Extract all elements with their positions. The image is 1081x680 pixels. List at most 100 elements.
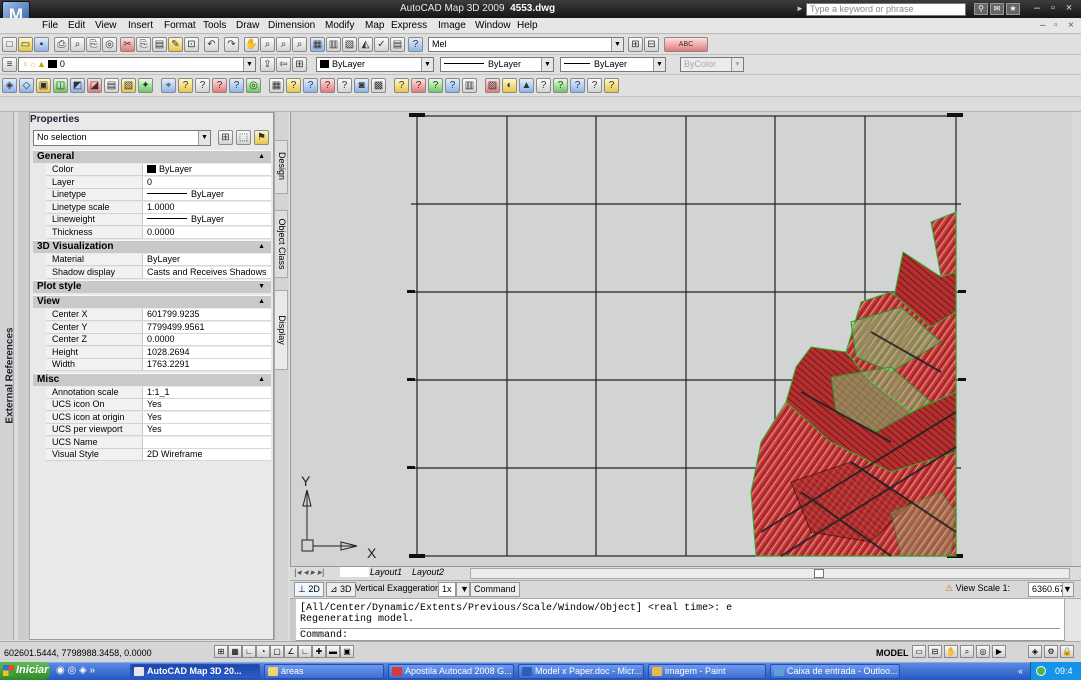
vertical-scrollbar[interactable] xyxy=(1072,112,1081,566)
ortho-toggle-icon[interactable]: ∟ xyxy=(242,645,256,658)
section-general[interactable]: General ▲ xyxy=(33,150,271,163)
text-style-combo[interactable]: Mel ▼ xyxy=(428,37,624,52)
abc-spell-icon[interactable]: ABC xyxy=(664,37,708,52)
block-editor-icon[interactable]: ⊡ xyxy=(184,37,199,52)
map-export-icon[interactable]: ▧ xyxy=(121,78,136,93)
button-2d[interactable]: ⊥ 2D xyxy=(294,582,324,597)
copy-icon[interactable]: ⎘ xyxy=(136,37,151,52)
grid-toggle-icon[interactable]: ▦ xyxy=(228,645,242,658)
map-survey-icon[interactable]: ? xyxy=(587,78,602,93)
quickcalc-icon[interactable]: ▤ xyxy=(390,37,405,52)
lwt-toggle-icon[interactable]: ▬ xyxy=(326,645,340,658)
zoom-realtime-icon[interactable]: ⌕ xyxy=(260,37,275,52)
section-view[interactable]: View ▲ xyxy=(33,295,271,308)
chevron-down-icon[interactable]: ▼ xyxy=(258,281,265,293)
map-import-icon[interactable]: ✦ xyxy=(138,78,153,93)
chevron-down-icon[interactable]: ▼ xyxy=(611,38,623,51)
tab-layout2[interactable]: Layout2 xyxy=(412,567,444,577)
chevron-down-icon[interactable]: ▼ xyxy=(653,58,665,71)
map-explorer-icon[interactable]: ◈ xyxy=(2,78,17,93)
selection-combo[interactable]: No selection ▼ xyxy=(33,130,211,146)
search-binoculars-icon[interactable]: ⚲ xyxy=(974,3,988,15)
property-value[interactable]: 1.0000 xyxy=(142,201,271,214)
map-classify-icon[interactable]: ? xyxy=(303,78,318,93)
chevron-down-icon[interactable]: ▼ xyxy=(421,58,433,71)
menu-modify[interactable]: Modify xyxy=(325,20,354,31)
otrack-toggle-icon[interactable]: ∠ xyxy=(284,645,298,658)
3d-dwf-icon[interactable]: ◎ xyxy=(102,37,117,52)
drawing-area[interactable]: Y X xyxy=(290,112,1081,566)
map-legend-icon[interactable]: ▦ xyxy=(269,78,284,93)
map-workspace-icon[interactable]: ◙ xyxy=(354,78,369,93)
menu-edit[interactable]: Edit xyxy=(68,20,85,31)
map-annotate-icon[interactable]: ▤ xyxy=(104,78,119,93)
map-theme-icon[interactable]: ◎ xyxy=(246,78,261,93)
color-combo[interactable]: ByLayer ▼ xyxy=(316,57,434,72)
map-network-icon[interactable]: ? xyxy=(570,78,585,93)
pan-icon[interactable]: ✋ xyxy=(244,37,259,52)
linetype-combo[interactable]: ByLayer ▼ xyxy=(440,57,554,72)
cut-icon[interactable]: ✂ xyxy=(120,37,135,52)
menu-express[interactable]: Express xyxy=(391,20,427,31)
tray-expand-icon[interactable]: « xyxy=(1018,666,1023,676)
doc-restore-icon[interactable]: ▫ xyxy=(1054,20,1058,31)
menu-window[interactable]: Window xyxy=(475,20,511,31)
toggle-pickadd-icon[interactable]: ⊞ xyxy=(218,130,233,145)
map-buffer-icon[interactable]: ? xyxy=(536,78,551,93)
property-value[interactable]: ByLayer xyxy=(142,254,271,266)
properties-icon[interactable]: ▦ xyxy=(310,37,325,52)
workspace-icon[interactable]: ⚙ xyxy=(1044,645,1058,658)
ducs-toggle-icon[interactable]: ∟ xyxy=(298,645,312,658)
layer-manager-icon[interactable]: ≡ xyxy=(2,57,17,72)
layer-previous-icon[interactable]: ⇦ xyxy=(276,57,291,72)
tool-palettes-icon[interactable]: ▧ xyxy=(342,37,357,52)
property-value[interactable]: 1:1_1 xyxy=(142,386,271,399)
property-value[interactable]: ByLayer xyxy=(142,189,271,201)
comm-center-icon[interactable]: ✉ xyxy=(990,3,1004,15)
steering-icon[interactable]: ◎ xyxy=(976,645,990,658)
layer-combo[interactable]: ♀☼▲ 0 ▼ xyxy=(18,57,256,72)
menu-view[interactable]: View xyxy=(95,20,117,31)
task-word[interactable]: Model x Paper.doc - Micr... xyxy=(518,664,644,679)
chevron-up-icon[interactable]: ▲ xyxy=(258,296,265,308)
map-overlay-icon[interactable]: ? xyxy=(553,78,568,93)
property-value[interactable] xyxy=(142,436,271,449)
minimize-icon[interactable]: – xyxy=(1030,2,1044,16)
menu-image[interactable]: Image xyxy=(438,20,466,31)
property-value[interactable]: 1028.2694 xyxy=(142,346,271,359)
doc-close-icon[interactable]: × xyxy=(1068,20,1074,31)
menu-dimension[interactable]: Dimension xyxy=(268,20,315,31)
map-pole-icon[interactable]: ◐ xyxy=(502,78,517,93)
map-grid-icon[interactable]: ▥ xyxy=(462,78,477,93)
property-value[interactable]: 601799.9235 xyxy=(142,309,271,321)
task-outlook[interactable]: Caixa de entrada - Outloo... xyxy=(770,664,900,679)
doc-minimize-icon[interactable]: – xyxy=(1040,20,1046,31)
menu-map[interactable]: Map xyxy=(365,20,384,31)
snap-toggle-icon[interactable]: ⊞ xyxy=(214,645,228,658)
chevron-down-icon[interactable]: ▼ xyxy=(541,58,553,71)
tab-display[interactable]: Display xyxy=(274,290,288,370)
command-window-grip[interactable] xyxy=(290,599,296,641)
redo-icon[interactable]: ↷ xyxy=(224,37,239,52)
menu-format[interactable]: Format xyxy=(164,20,196,31)
layout-icon[interactable]: ⊟ xyxy=(928,645,942,658)
map-digitize-icon[interactable]: ? xyxy=(394,78,409,93)
dim-style-icon[interactable]: ⊞ xyxy=(628,37,643,52)
command-prompt[interactable]: Command: xyxy=(300,630,348,641)
menu-file[interactable]: File xyxy=(42,20,58,31)
property-value[interactable]: Casts and Receives Shadows xyxy=(142,266,271,279)
task-areas[interactable]: áreas xyxy=(264,664,384,679)
polar-toggle-icon[interactable]: ◔ xyxy=(256,645,270,658)
dyn-toggle-icon[interactable]: ✚ xyxy=(312,645,326,658)
map-style-icon[interactable]: ? xyxy=(178,78,193,93)
property-value[interactable]: 7799499.9561 xyxy=(142,321,271,334)
design-center-icon[interactable]: ▥ xyxy=(326,37,341,52)
map-data-icon[interactable]: ? xyxy=(195,78,210,93)
model-space-toggle[interactable]: MODEL xyxy=(876,648,909,658)
quick-select-icon[interactable]: ⚑ xyxy=(254,130,269,145)
scroll-thumb[interactable] xyxy=(814,569,824,578)
property-value[interactable]: 0.0000 xyxy=(142,334,271,346)
tray-network-icon[interactable] xyxy=(1036,666,1046,676)
zoom-icon[interactable]: ⌕ xyxy=(960,645,974,658)
map-topology-icon[interactable]: ◪ xyxy=(87,78,102,93)
